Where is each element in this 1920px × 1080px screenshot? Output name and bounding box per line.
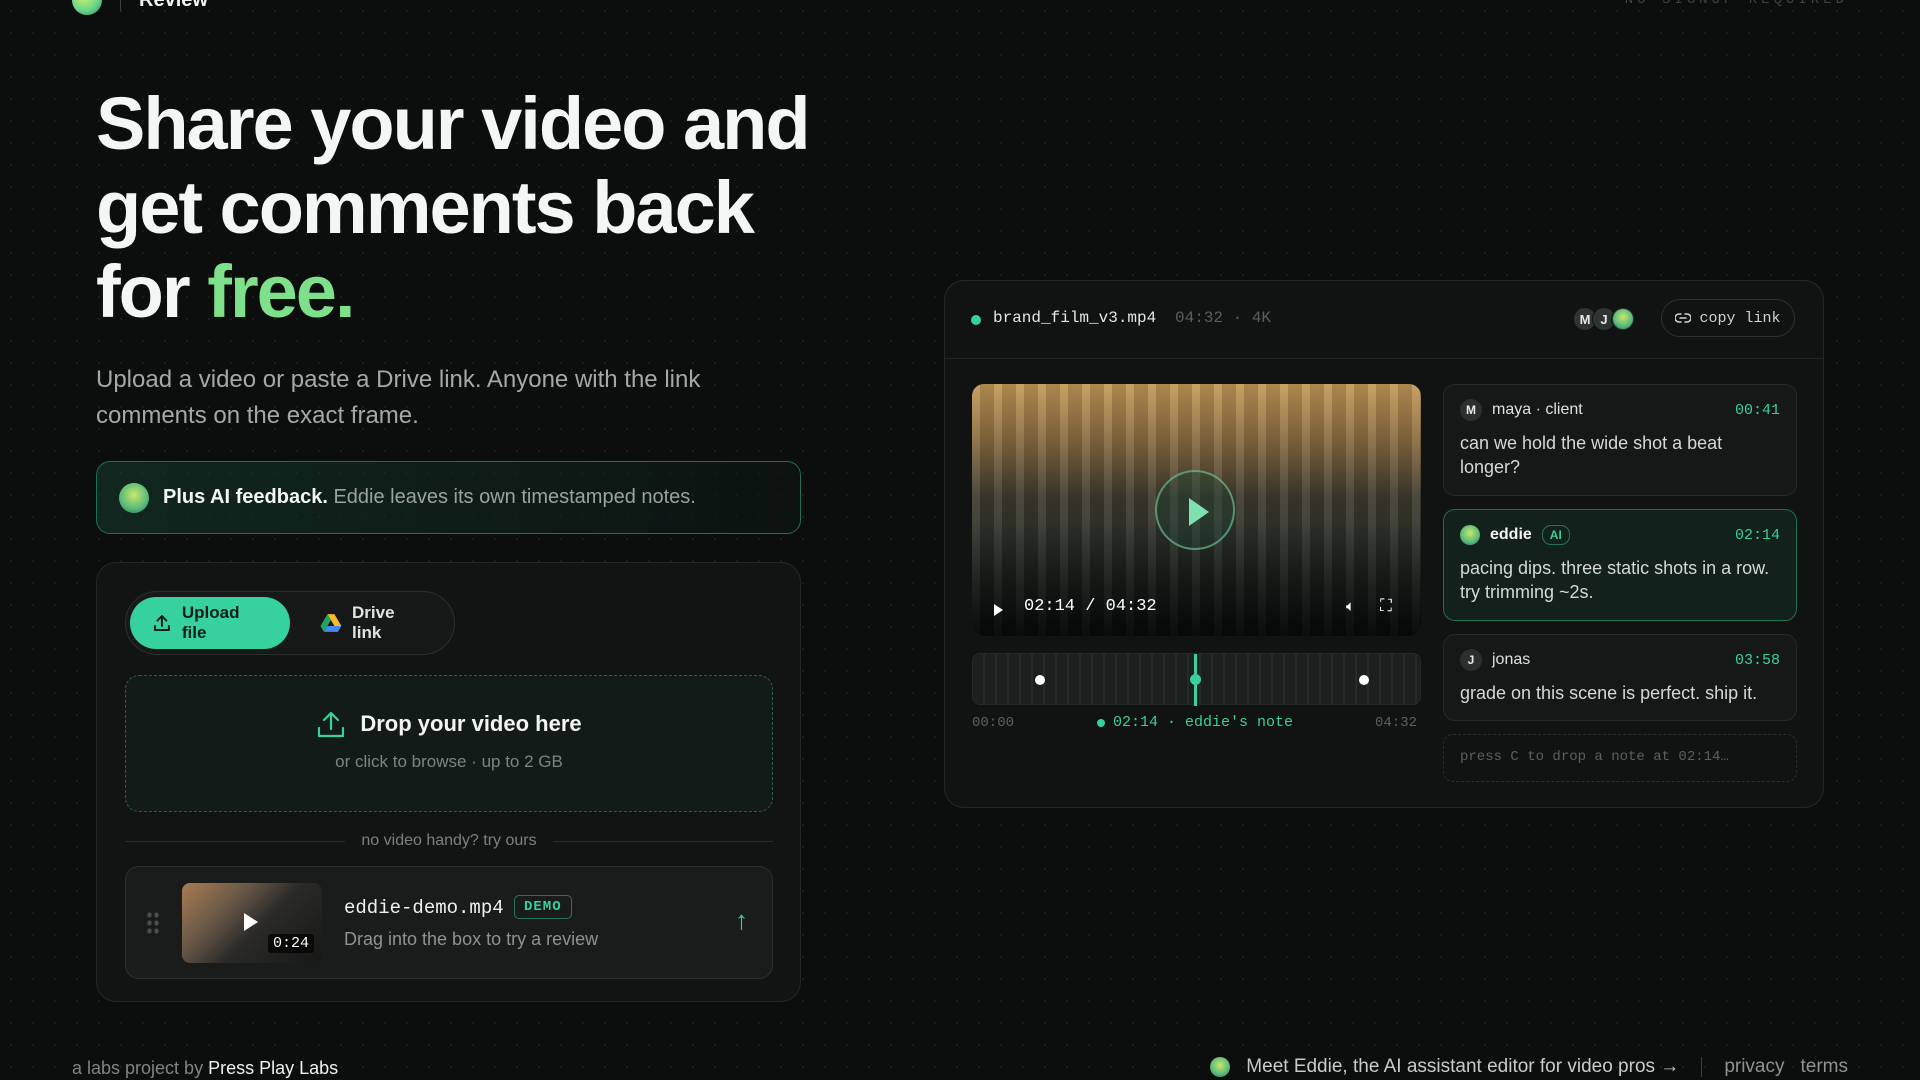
ai-banner-text: Plus AI feedback. Eddie leaves its own t… [163,486,696,509]
viewer-avatars: M J [1573,307,1635,331]
note-dot [1097,718,1105,727]
demo-thumbnail: 0:24 [182,883,322,963]
eddie-avatar-icon [1611,307,1635,331]
demo-filename: eddie-demo.mp4 [344,897,504,919]
panel-file-meta: 04:32 · 4K [1175,309,1272,327]
drop-title-text: Drop your video here [360,711,582,736]
demo-badge: DEMO [514,895,572,919]
footer-credit-prefix: a labs project by [72,1058,204,1078]
comment-author: maya · client [1492,401,1583,418]
volume-icon[interactable]: 🔈︎ [1346,598,1355,615]
ai-banner-bold: Plus AI feedback. [163,486,328,508]
comment-card-ai[interactable]: eddie AI 02:14 pacing dips. three static… [1443,509,1797,621]
hero-title-text: Share your video and get comments back f… [96,82,811,333]
upload-card: Upload file Drive link Drop your video h… [96,562,801,1002]
google-drive-icon [320,614,342,632]
top-bar: Review [72,0,208,15]
upload-icon [318,711,345,738]
demo-description: Drag into the box to try a review [344,929,599,949]
panel-header: brand_film_v3.mp4 04:32 · 4K M J copy li… [945,281,1823,359]
footer-divider [1701,1057,1703,1077]
play-icon[interactable] [994,604,1003,616]
drop-subtitle: or click to browse · up to 2 GB [335,752,563,771]
meet-eddie-link[interactable]: Meet Eddie, the AI assistant editor for … [1246,1056,1679,1078]
drop-title: Drop your video here [126,710,772,738]
tab-drive-link[interactable]: Drive link [298,597,450,649]
hero-subtitle: Upload a video or paste a Drive link. An… [96,366,701,429]
comment-card[interactable]: J jonas 03:58 grade on this scene is per… [1443,634,1797,721]
timeline-marker[interactable] [1359,675,1369,685]
player-time: 02:14 / 04:32 [1024,597,1157,616]
note-input[interactable]: press C to drop a note at 02:14… [1443,734,1797,782]
press-play-labs-link[interactable]: Press Play Labs [208,1058,338,1078]
panel-file-name: brand_film_v3.mp4 [993,309,1157,327]
timeline-end: 04:32 [1375,715,1418,731]
ai-badge: AI [1541,525,1570,545]
footer-links: Meet Eddie, the AI assistant editor for … [1210,1056,1848,1078]
eddie-avatar-icon [119,482,149,513]
demo-video-item[interactable]: 0:24 eddie-demo.mp4 DEMO Drag into the b… [125,866,773,979]
brand-name[interactable]: Review [139,0,208,12]
comment-author: jonas [1492,651,1531,668]
terms-link[interactable]: terms [1801,1056,1849,1078]
comment-header: J jonas 03:58 [1460,649,1780,671]
avatar: M [1460,399,1482,421]
comment-author-name: eddie [1490,526,1532,543]
divider-line [552,840,773,842]
logo-icon[interactable] [72,0,102,15]
video-player[interactable]: 02:14 / 04:32 🔈︎ ⛶ [972,384,1421,636]
comment-text: grade on this scene is perfect. ship it. [1460,683,1758,703]
tab-drive-label: Drive link [352,603,395,642]
arrow-up-icon: ↑ [735,905,748,935]
timeline-note-text: 02:14 · eddie's note [1113,714,1294,731]
comment-text: pacing dips. three static shots in a row… [1460,558,1770,602]
comment-timestamp[interactable]: 03:58 [1735,652,1780,669]
timeline-note-label: 02:14 · eddie's note [1097,714,1293,731]
divider-line [125,840,346,842]
no-signup-note: NO SIGNUP REQUIRED [1624,0,1848,8]
tab-upload-label: Upload file [181,603,240,642]
copy-link-label: copy link [1699,309,1781,327]
status-dot [971,315,981,325]
timeline-start: 00:00 [972,715,1015,731]
playhead[interactable] [1190,654,1201,706]
comment-timestamp[interactable]: 02:14 [1735,527,1780,544]
hero-title: Share your video and get comments back f… [96,82,856,334]
avatar: J [1460,649,1482,671]
comment-card[interactable]: M maya · client 00:41 can we hold the wi… [1443,384,1797,496]
review-preview-panel: brand_film_v3.mp4 04:32 · 4K M J copy li… [944,280,1824,808]
comment-header: eddie AI 02:14 [1460,524,1780,546]
ai-banner-body: Eddie leaves its own timestamped notes. [333,486,696,508]
comment-text: can we hold the wide shot a beat longer? [1460,433,1723,477]
upload-icon [153,615,170,631]
fullscreen-icon[interactable]: ⛶ [1380,596,1392,616]
hero-title-accent: free. [207,250,355,333]
source-tabs: Upload file Drive link [125,591,455,655]
comment-header: M maya · client 00:41 [1460,399,1780,421]
divider-text: no video handy? try ours [361,832,537,849]
privacy-link[interactable]: privacy [1724,1056,1784,1078]
comment-author: eddie [1490,526,1532,544]
video-timeline[interactable] [972,653,1421,706]
eddie-avatar-icon [1460,525,1480,545]
link-icon [1675,313,1692,323]
comment-timestamp[interactable]: 00:41 [1735,402,1780,419]
ai-feedback-banner: Plus AI feedback. Eddie leaves its own t… [96,461,801,534]
demo-duration: 0:24 [267,934,314,953]
play-icon [244,913,258,931]
eddie-face-icon [1613,309,1633,329]
timeline-marker[interactable] [1035,675,1045,685]
tab-upload-file[interactable]: Upload file [130,597,291,649]
demo-divider: no video handy? try ours [125,831,773,851]
drag-handle-icon[interactable] [146,911,160,935]
video-drop-zone[interactable]: Drop your video here or click to browse … [125,675,773,812]
footer-credit: a labs project by Press Play Labs [72,1058,338,1079]
play-button[interactable] [1155,470,1235,550]
eddie-avatar-icon [1210,1057,1231,1077]
top-bar-divider [120,0,121,11]
copy-link-button[interactable]: copy link [1661,299,1795,337]
